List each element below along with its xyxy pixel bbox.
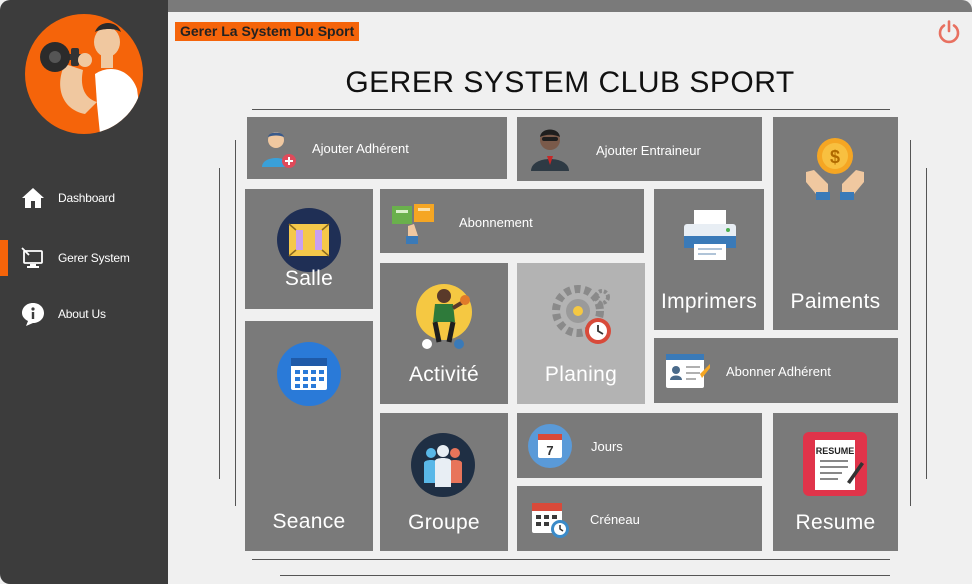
calendar-day-icon: 7 xyxy=(528,424,572,473)
tile-ajouter-adherent[interactable]: Ajouter Adhérent xyxy=(247,117,507,179)
calendar-day-number: 7 xyxy=(546,443,553,458)
divider xyxy=(280,575,890,576)
power-button[interactable] xyxy=(936,19,962,45)
sidebar-item-label: Gerer System xyxy=(58,251,130,265)
tile-label: Créneau xyxy=(590,512,640,527)
gears-clock-icon xyxy=(544,281,616,354)
app-badge: Gerer La System Du Sport xyxy=(175,22,360,41)
power-icon xyxy=(938,20,960,44)
tile-resume[interactable]: RESUME Resume xyxy=(773,413,898,551)
tile-jours[interactable]: 7 Jours xyxy=(517,413,762,478)
logo xyxy=(25,14,143,134)
home-icon xyxy=(20,185,46,211)
tile-label: Resume xyxy=(795,511,876,534)
divider xyxy=(926,168,927,479)
calendar-clock-icon xyxy=(530,499,570,544)
sidebar-item-gerer-system[interactable]: Gerer System xyxy=(0,240,168,276)
tickets-icon xyxy=(392,202,436,249)
bodybuilder-logo-icon xyxy=(40,23,143,134)
tile-label: Salle xyxy=(284,267,334,290)
add-user-icon xyxy=(259,129,297,174)
sidebar-item-label: About Us xyxy=(58,307,106,321)
tile-label: Seance xyxy=(272,510,346,533)
sidebar-item-about-us[interactable]: About Us xyxy=(0,296,168,332)
tile-label: Planing xyxy=(544,363,618,386)
tile-imprimers[interactable]: Imprimers xyxy=(654,189,764,330)
tile-label: Imprimers xyxy=(660,290,758,313)
tile-creneau[interactable]: Créneau xyxy=(517,486,762,551)
athlete-icon xyxy=(413,282,475,355)
title-bar xyxy=(168,0,972,12)
divider xyxy=(252,559,890,560)
tile-label: Paiments xyxy=(790,290,881,313)
resume-icon: RESUME xyxy=(803,432,867,501)
tile-label: Groupe xyxy=(408,511,480,534)
tile-seance[interactable]: Seance xyxy=(245,321,373,551)
active-indicator xyxy=(0,240,8,276)
tile-groupe[interactable]: Groupe xyxy=(380,413,508,551)
tile-planing[interactable]: Planing xyxy=(517,263,645,404)
tile-activite[interactable]: Activité xyxy=(380,263,508,404)
tile-abonnement[interactable]: Abonnement xyxy=(380,189,644,253)
sidebar-item-label: Dashboard xyxy=(58,191,115,205)
page-title: GERER SYSTEM CLUB SPORT xyxy=(345,66,795,99)
sidebar-item-dashboard[interactable]: Dashboard xyxy=(0,180,168,216)
divider xyxy=(235,140,236,506)
trainer-icon xyxy=(527,125,573,178)
tile-abonner-adherent[interactable]: Abonner Adhérent xyxy=(654,338,898,403)
tile-label: Abonnement xyxy=(459,215,533,230)
tile-label: Jours xyxy=(591,439,623,454)
tile-label: Ajouter Adhérent xyxy=(312,141,409,156)
id-card-icon xyxy=(666,354,710,395)
tile-salle[interactable]: Salle xyxy=(245,189,373,309)
tile-paiments[interactable]: $ Paiments xyxy=(773,117,898,330)
calendar-icon xyxy=(276,341,342,412)
tile-label: Activité xyxy=(408,363,480,386)
money-hands-icon: $ xyxy=(804,134,866,205)
divider xyxy=(252,109,890,110)
tile-label: Ajouter Entraineur xyxy=(596,143,701,158)
monitor-icon xyxy=(20,245,46,271)
divider xyxy=(910,140,911,506)
divider xyxy=(219,168,220,479)
svg-text:$: $ xyxy=(830,147,840,167)
resume-icon-text: RESUME xyxy=(816,446,855,456)
tile-ajouter-entraineur[interactable]: Ajouter Entraineur xyxy=(517,117,762,181)
info-icon xyxy=(20,301,46,327)
group-icon xyxy=(411,433,475,502)
sidebar: Dashboard Gerer System About Us xyxy=(0,0,168,584)
tile-label: Abonner Adhérent xyxy=(726,364,831,379)
printer-icon xyxy=(682,210,738,267)
